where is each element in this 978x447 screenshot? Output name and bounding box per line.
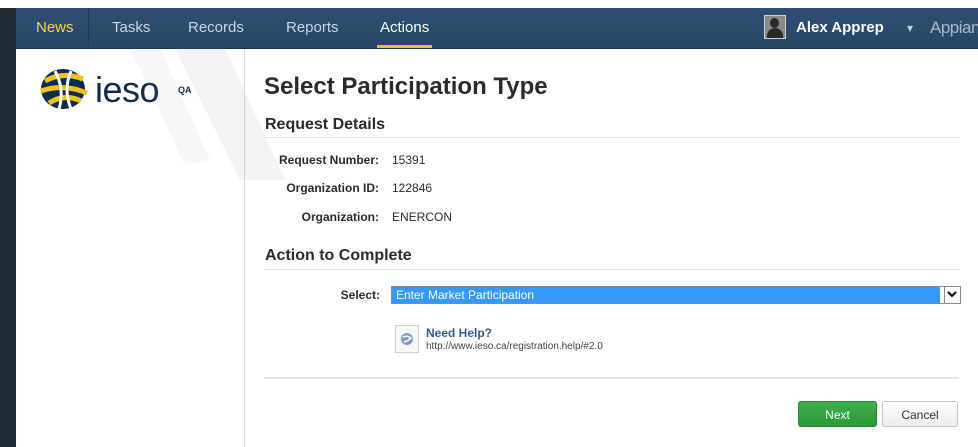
nav-item-news[interactable]: News bbox=[36, 8, 74, 48]
nav-item-reports[interactable]: Reports bbox=[286, 8, 339, 48]
field-value-request-number: 15391 bbox=[392, 153, 426, 167]
ieso-globe-icon bbox=[40, 69, 88, 110]
dropdown-arrow-icon[interactable] bbox=[944, 287, 960, 303]
select-label: Select: bbox=[340, 288, 380, 302]
field-label-request-number: Request Number: bbox=[278, 153, 379, 167]
app-brand: Appian bbox=[930, 18, 978, 37]
participation-type-select[interactable]: Enter Market Participation bbox=[391, 286, 961, 304]
field-label-organization: Organization: bbox=[301, 210, 379, 224]
nav-separator bbox=[88, 8, 89, 48]
field-label-organization-id: Organization ID: bbox=[286, 181, 379, 195]
section-title-action: Action to Complete bbox=[265, 247, 412, 264]
user-avatar[interactable] bbox=[764, 15, 786, 39]
select-current-value: Enter Market Participation bbox=[392, 287, 940, 303]
section-divider bbox=[264, 269, 959, 270]
page-title: Select Participation Type bbox=[264, 73, 548, 100]
help-globe-icon[interactable] bbox=[395, 325, 419, 353]
field-value-organization-id: 122846 bbox=[392, 181, 433, 195]
left-gutter bbox=[0, 0, 16, 447]
environment-badge: QA bbox=[178, 85, 192, 95]
user-menu[interactable]: Alex Apprep bbox=[796, 8, 884, 48]
main-content: Select Participation Type Request Detail… bbox=[245, 49, 978, 447]
sidebar: ieso QA bbox=[16, 49, 245, 447]
active-tab-indicator bbox=[377, 45, 433, 48]
top-gutter bbox=[0, 0, 978, 8]
nav-item-actions-label: Actions bbox=[380, 19, 430, 36]
cancel-button[interactable]: Cancel bbox=[882, 401, 958, 427]
help-url[interactable]: http://www.ieso.ca/registration.help/#2.… bbox=[426, 341, 603, 352]
nav-item-actions[interactable]: Actions bbox=[377, 8, 433, 48]
logo-wordmark: ieso bbox=[95, 69, 160, 110]
nav-item-records[interactable]: Records bbox=[188, 8, 244, 48]
form-divider bbox=[264, 377, 959, 379]
nav-item-tasks[interactable]: Tasks bbox=[112, 8, 150, 48]
field-value-organization: ENERCON bbox=[392, 210, 453, 224]
next-button[interactable]: Next bbox=[798, 401, 877, 427]
section-title-request-details: Request Details bbox=[265, 116, 386, 133]
need-help-link[interactable]: Need Help? bbox=[426, 326, 492, 340]
section-divider bbox=[264, 137, 959, 138]
chevron-down-icon[interactable]: ▾ bbox=[907, 8, 913, 48]
